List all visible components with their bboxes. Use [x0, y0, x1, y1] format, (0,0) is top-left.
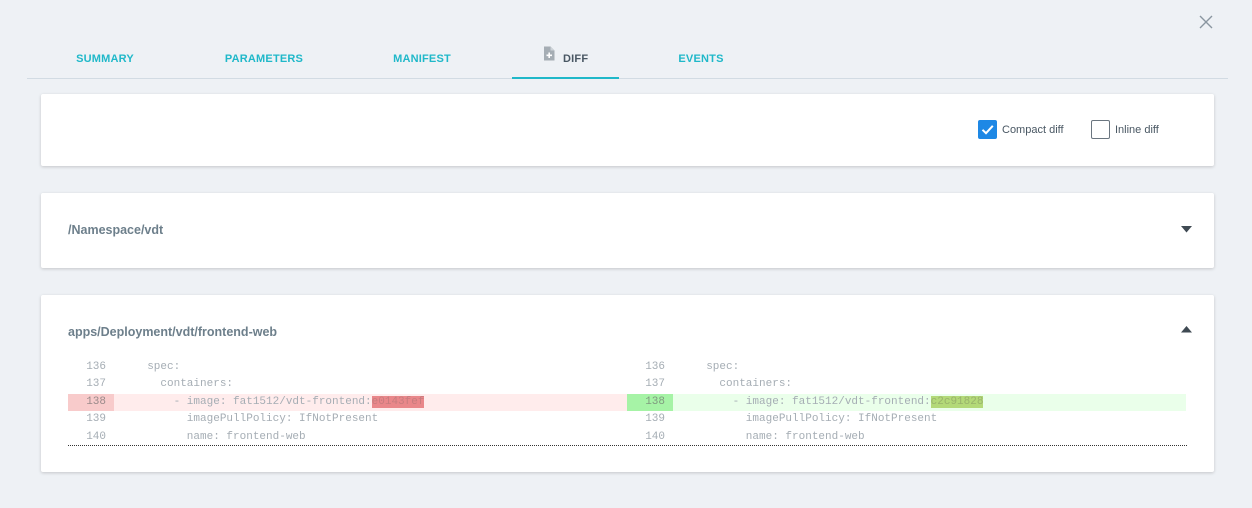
diff-line: 139 imagePullPolicy: IfNotPresent: [627, 411, 1186, 428]
line-number: 138: [68, 393, 114, 412]
close-button[interactable]: [1196, 12, 1216, 32]
compact-diff-label: Compact diff: [1002, 123, 1064, 136]
line-number: 139: [645, 413, 665, 426]
inline-diff-label: Inline diff: [1115, 123, 1159, 136]
line-code: spec:: [134, 359, 180, 376]
line-code: - image: fat1512/vdt-frontend:e0143fef: [134, 394, 425, 411]
chevron-up-icon[interactable]: [1181, 326, 1192, 333]
inline-diff-option[interactable]: Inline diff: [1091, 120, 1159, 139]
chevron-down-icon[interactable]: [1181, 226, 1192, 233]
code-text: name: frontend-web: [693, 430, 865, 443]
code-text: - image: fat1512/vdt-frontend:: [134, 395, 372, 408]
line-number: 136: [645, 361, 665, 373]
line-number: 136: [86, 361, 106, 373]
line-code: name: frontend-web: [693, 429, 865, 446]
diff-line: 136 spec:: [627, 359, 1186, 376]
line-code: name: frontend-web: [134, 429, 306, 446]
diff-line: 140 name: frontend-web: [627, 429, 1186, 446]
resource-title[interactable]: /Namespace/vdt: [68, 223, 163, 237]
code-text: - image: fat1512/vdt-frontend:: [693, 395, 931, 408]
tab-diff-label: DIFF: [563, 53, 589, 66]
diff-line: 137 containers:: [68, 376, 627, 393]
code-text: spec:: [693, 361, 740, 373]
tab-events-label: EVENTS: [678, 53, 724, 66]
resource-panel-namespace: /Namespace/vdt: [41, 193, 1214, 268]
code-text: containers:: [134, 378, 234, 391]
diff-line: 136 spec:: [68, 359, 627, 376]
removed-text: e0143fef: [371, 395, 425, 408]
diff-line: 138 - image: fat1512/vdt-frontend:c2c918…: [627, 393, 1186, 412]
added-text: c2c91828: [930, 395, 984, 408]
code-text: name: frontend-web: [134, 430, 306, 443]
diff-options-panel: Compact diff Inline diff: [41, 94, 1214, 166]
tab-summary[interactable]: SUMMARY: [49, 40, 161, 78]
diff-pane-left: 136 spec: 137 containers: 138 - image: fat…: [68, 359, 627, 446]
diff-line: 137 containers:: [627, 376, 1186, 393]
close-icon: [1199, 15, 1213, 29]
tab-events[interactable]: EVENTS: [653, 40, 749, 78]
diff-line: 139 imagePullPolicy: IfNotPresent: [68, 411, 627, 428]
line-number: 137: [86, 378, 106, 391]
compact-diff-checkbox[interactable]: [978, 120, 997, 139]
diff-line: 140 name: frontend-web: [68, 429, 627, 446]
file-plus-icon: [543, 39, 555, 77]
line-code: spec:: [693, 359, 739, 376]
resource-title[interactable]: apps/Deployment/vdt/frontend-web: [68, 325, 277, 339]
code-text: containers:: [693, 378, 793, 391]
tab-parameters[interactable]: PARAMETERS: [199, 40, 329, 78]
line-code: containers:: [693, 376, 792, 393]
code-text: spec:: [134, 361, 181, 373]
line-code: - image: fat1512/vdt-frontend:c2c91828: [693, 394, 984, 411]
tab-bar: SUMMARY PARAMETERS MANIFEST DIFF EVENTS: [27, 40, 1228, 79]
line-number: 137: [645, 378, 665, 391]
compact-diff-option[interactable]: Compact diff: [978, 120, 1064, 139]
tab-summary-label: SUMMARY: [76, 53, 134, 66]
inline-diff-checkbox[interactable]: [1091, 120, 1110, 139]
line-code: imagePullPolicy: IfNotPresent: [693, 411, 937, 428]
diff-line: 138 - image: fat1512/vdt-frontend:e0143f…: [68, 393, 627, 412]
tab-manifest-label: MANIFEST: [393, 53, 451, 66]
line-number: 138: [627, 393, 673, 412]
tab-diff[interactable]: DIFF: [512, 40, 619, 79]
line-code: containers:: [134, 376, 233, 393]
tab-parameters-label: PARAMETERS: [224, 53, 304, 66]
line-number: 139: [86, 413, 106, 426]
diff-pane-right: 136 spec: 137 containers: 138 - image: fat…: [627, 359, 1186, 446]
tab-manifest[interactable]: MANIFEST: [369, 40, 475, 78]
line-code: imagePullPolicy: IfNotPresent: [134, 411, 378, 428]
line-number: 140: [86, 430, 106, 443]
code-text: imagePullPolicy: IfNotPresent: [134, 413, 379, 426]
code-text: imagePullPolicy: IfNotPresent: [693, 413, 938, 426]
check-icon: [981, 125, 994, 135]
line-number: 140: [645, 430, 665, 443]
diff-viewer: 136 spec: 137 containers: 138 - image: fat…: [68, 359, 1187, 446]
resource-panel-deployment: apps/Deployment/vdt/frontend-web 136 spe…: [41, 295, 1214, 472]
